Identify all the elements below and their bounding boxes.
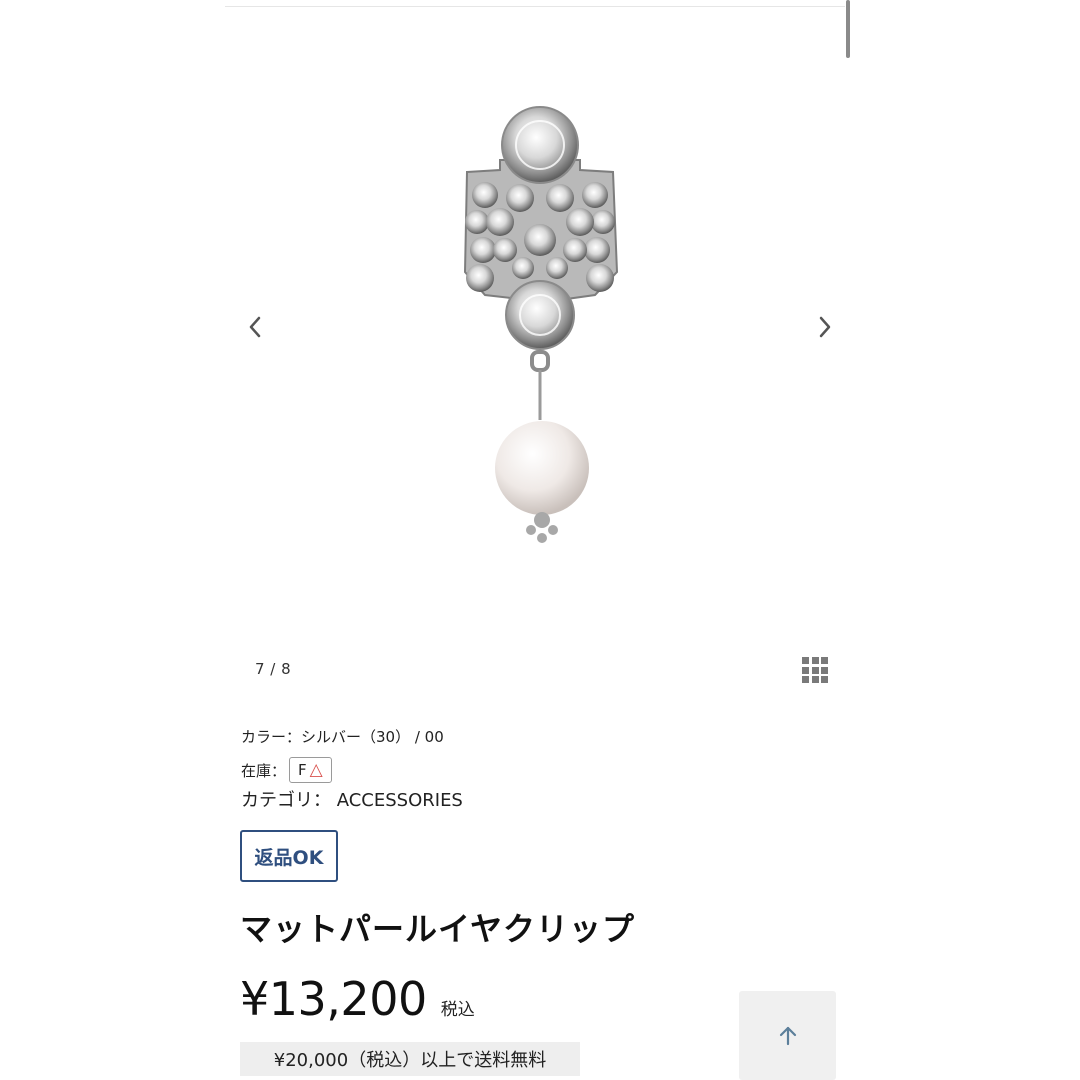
price-row: ¥13,200 税込 bbox=[240, 972, 475, 1026]
grid-view-icon[interactable] bbox=[802, 657, 828, 683]
header-divider bbox=[225, 6, 845, 7]
scroll-to-top-button[interactable] bbox=[739, 991, 836, 1080]
color-info: カラー：シルバー（30） / 00 bbox=[241, 728, 444, 746]
product-title: マットパールイヤクリップ bbox=[240, 910, 636, 948]
stock-label: 在庫： bbox=[241, 761, 287, 780]
free-shipping-note: ¥20,000（税込）以上で送料無料 bbox=[240, 1042, 580, 1076]
stock-info: 在庫： F △ bbox=[241, 757, 332, 783]
stock-size-badge[interactable]: F △ bbox=[289, 757, 332, 783]
gallery-prev-button[interactable] bbox=[240, 310, 270, 344]
product-page: 7 / 8 カラー：シルバー（30） / 00 在庫： F △ カテゴリ： AC… bbox=[0, 0, 1080, 1080]
product-image-gallery bbox=[240, 60, 840, 640]
product-image[interactable] bbox=[425, 90, 655, 550]
chevron-right-icon bbox=[819, 316, 831, 338]
scrollbar-thumb[interactable] bbox=[846, 0, 850, 58]
gallery-counter: 7 / 8 bbox=[255, 660, 292, 678]
return-ok-badge: 返品OK bbox=[240, 830, 338, 882]
chevron-left-icon bbox=[249, 316, 261, 338]
gallery-next-button[interactable] bbox=[810, 310, 840, 344]
tax-label: 税込 bbox=[440, 1000, 475, 1020]
arrow-up-icon bbox=[779, 1026, 796, 1045]
stock-status-icon: △ bbox=[309, 760, 323, 780]
category-info: カテゴリ： ACCESSORIES bbox=[241, 790, 463, 811]
stock-size: F bbox=[298, 761, 307, 779]
product-price: ¥13,200 bbox=[240, 972, 427, 1026]
